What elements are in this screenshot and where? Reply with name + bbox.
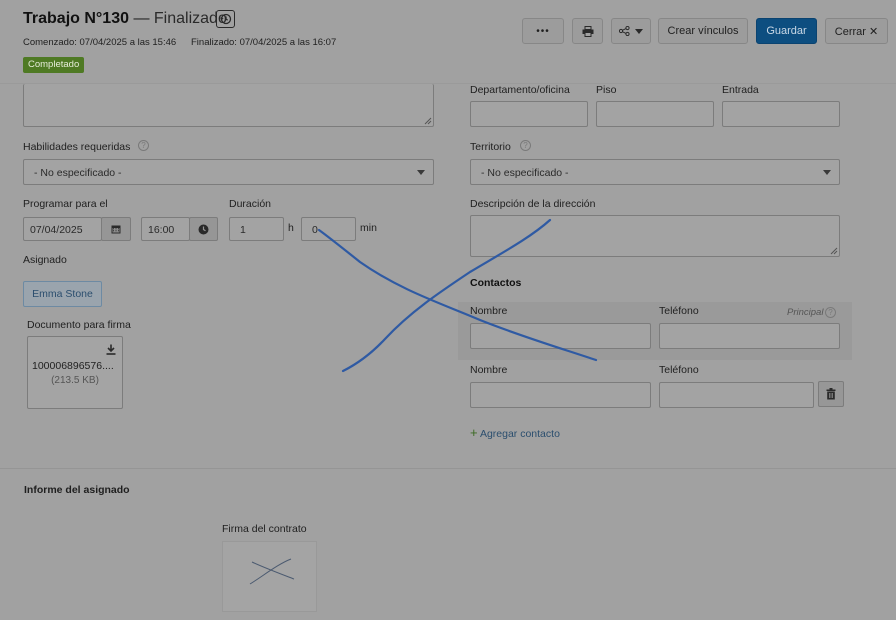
notes-textarea[interactable]: [23, 84, 434, 127]
resize-handle-icon[interactable]: [424, 117, 432, 125]
trash-icon: [826, 388, 836, 400]
minutes-value: 0: [312, 224, 318, 236]
contact-phone-label: Teléfono: [659, 305, 699, 317]
delete-contact-button[interactable]: [818, 381, 844, 407]
status-badge: Completado: [23, 57, 85, 73]
contact-phone-label: Teléfono: [659, 364, 699, 376]
document-card[interactable]: 100006896576.... (213.5 KB): [27, 336, 123, 409]
hours-unit: h: [288, 222, 294, 234]
address-desc-label: Descripción de la dirección: [470, 198, 596, 210]
skills-select-value: - No especificado -: [34, 167, 122, 179]
add-contact-link[interactable]: + Agregar contacto: [470, 425, 560, 440]
territory-label: Territorio: [470, 141, 511, 153]
floor-input[interactable]: [596, 101, 714, 127]
document-size: (213.5 KB): [51, 375, 99, 386]
chevron-down-icon: [635, 28, 643, 34]
calendar-icon: [111, 225, 121, 234]
territory-select-value: - No especificado -: [481, 167, 569, 179]
more-button[interactable]: •••: [522, 18, 564, 44]
entrance-input[interactable]: [722, 101, 840, 127]
entrance-label: Entrada: [722, 84, 759, 96]
download-icon[interactable]: [106, 344, 116, 355]
signature-label: Firma del contrato: [222, 523, 307, 535]
floor-label: Piso: [596, 84, 617, 96]
chevron-down-icon: [823, 170, 831, 175]
share-icon: [619, 26, 630, 36]
assignee-chip[interactable]: Emma Stone: [23, 281, 102, 307]
title-separator: —: [133, 10, 150, 27]
contact-name-label: Nombre: [470, 364, 508, 376]
contact-phone-input[interactable]: [659, 323, 840, 349]
contact-name-input[interactable]: [470, 323, 651, 349]
printer-icon: [582, 25, 593, 37]
chevron-down-icon: [417, 170, 425, 175]
assigned-label: Asignado: [23, 254, 67, 266]
calendar-button[interactable]: [101, 217, 131, 241]
share-button[interactable]: [611, 18, 651, 44]
minutes-unit: min: [360, 222, 377, 234]
signature-image: [222, 541, 317, 612]
skills-select[interactable]: - No especificado -: [23, 159, 434, 185]
contacts-heading: Contactos: [470, 277, 522, 289]
schedule-label: Programar para el: [23, 198, 108, 210]
signature-drawing: [249, 558, 295, 585]
add-contact-label: Agregar contacto: [479, 428, 560, 440]
create-links-button[interactable]: Crear vínculos: [658, 18, 748, 44]
date-value: 07/04/2025: [30, 224, 83, 236]
print-button[interactable]: [572, 18, 603, 44]
primary-label: Principal: [787, 307, 824, 318]
contact-phone-input[interactable]: [659, 382, 814, 408]
history-icon[interactable]: [216, 10, 235, 28]
resize-handle-icon[interactable]: [830, 247, 838, 255]
dept-input[interactable]: [470, 101, 588, 127]
save-button[interactable]: Guardar: [756, 18, 817, 44]
job-title: Trabajo N°130: [23, 10, 129, 27]
info-icon: ?: [138, 140, 149, 151]
address-desc-textarea[interactable]: [470, 215, 840, 257]
started-timestamp: Comenzado: 07/04/2025 a las 15:46: [23, 37, 177, 48]
finished-timestamp: Finalizado: 07/04/2025 a las 16:07: [191, 37, 337, 48]
skills-label: Habilidades requeridas: [23, 141, 131, 153]
time-input[interactable]: 16:00: [141, 217, 190, 241]
time-value: 16:00: [148, 224, 175, 236]
document-label: Documento para firma: [27, 319, 131, 331]
report-heading: Informe del asignado: [24, 484, 130, 496]
clock-icon: [198, 224, 209, 234]
close-button[interactable]: Cerrar ✕: [825, 18, 888, 44]
info-icon: ?: [825, 307, 836, 318]
page-title: Trabajo N°130 — Finalizado: [23, 10, 227, 28]
date-input[interactable]: 07/04/2025: [23, 217, 102, 241]
contact-name-label: Nombre: [470, 305, 508, 317]
document-name: 100006896576....: [32, 360, 114, 372]
dept-label: Departamento/oficina: [470, 84, 570, 96]
minutes-input[interactable]: 0: [301, 217, 356, 241]
plus-icon: +: [470, 425, 478, 440]
clock-button[interactable]: [189, 217, 218, 241]
hours-value: 1: [240, 224, 246, 236]
hours-input[interactable]: 1: [229, 217, 284, 241]
territory-select[interactable]: - No especificado -: [470, 159, 840, 185]
info-icon: ?: [520, 140, 531, 151]
contact-name-input[interactable]: [470, 382, 651, 408]
section-divider: [0, 468, 896, 469]
duration-label: Duración: [229, 198, 272, 210]
